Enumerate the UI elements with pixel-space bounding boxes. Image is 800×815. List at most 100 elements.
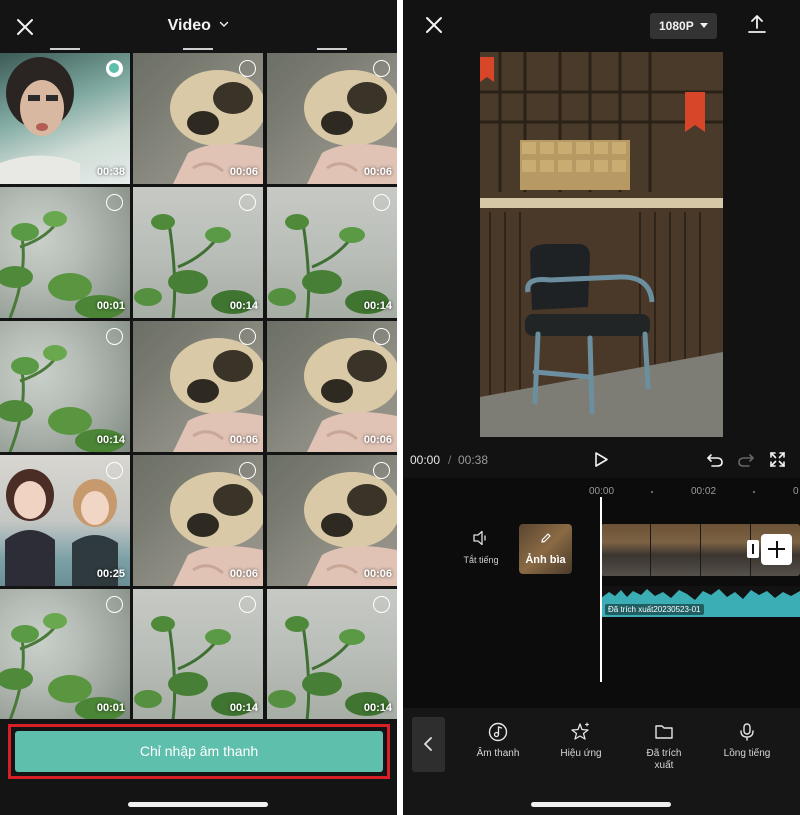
selection-checkbox[interactable]: [239, 60, 256, 77]
editor-toolbar: Âm thanh Hiệu ứng Đã trích xuất Lồng tiế…: [403, 708, 800, 815]
thumbnail-duration: 00:38: [96, 166, 125, 178]
playback-controls: 00:00 / 00:38: [403, 450, 800, 470]
tool-label: Lồng tiếng: [723, 748, 771, 759]
thumbnail-duration: 00:06: [363, 434, 392, 446]
selection-checkbox[interactable]: [373, 328, 390, 345]
media-type-dropdown[interactable]: Video: [0, 17, 397, 35]
thumbnail-duration: 00:06: [363, 568, 392, 580]
timeline-panel: 00:00 00:02 0 Tắt tiếng Ảnh bìa Đã trích…: [403, 478, 800, 708]
thumbnail-duration: 00:06: [229, 434, 258, 446]
clip-frame: [701, 524, 751, 576]
thumbnail-duration: 00:14: [229, 300, 258, 312]
undo-icon[interactable]: [706, 451, 724, 468]
tab-indicator-row: [0, 48, 397, 50]
video-thumbnail[interactable]: 00:14: [267, 589, 397, 720]
video-thumbnail[interactable]: 00:14: [267, 187, 397, 318]
selection-checkbox[interactable]: [373, 60, 390, 77]
video-thumbnail[interactable]: 00:01: [0, 589, 130, 720]
video-preview[interactable]: [480, 52, 723, 437]
selection-checkbox[interactable]: [239, 462, 256, 479]
video-thumbnail[interactable]: 00:06: [267, 455, 397, 586]
mute-audio-button[interactable]: Tắt tiếng: [455, 530, 507, 565]
clip-frame: [651, 524, 701, 576]
selection-checkbox-checked[interactable]: [106, 60, 123, 77]
video-thumbnail[interactable]: 00:06: [267, 53, 397, 184]
resolution-label: 1080P: [659, 19, 694, 33]
clip-frame: [601, 524, 651, 576]
thumbnail-duration: 00:06: [229, 166, 258, 178]
ruler-label: 00:02: [691, 486, 717, 497]
add-clip-button[interactable]: [761, 534, 792, 565]
selection-checkbox[interactable]: [239, 328, 256, 345]
tool-extracted[interactable]: Đã trích xuất: [629, 722, 699, 772]
clip-trim-handle[interactable]: [747, 540, 759, 558]
video-thumbnail[interactable]: 00:14: [133, 187, 263, 318]
import-bar: Chỉ nhập âm thanh: [0, 719, 397, 815]
cover-label: Ảnh bìa: [525, 554, 566, 566]
thumbnail-duration: 00:14: [363, 702, 392, 714]
import-audio-highlight: Chỉ nhập âm thanh: [8, 724, 390, 779]
video-thumbnail[interactable]: 00:06: [133, 53, 263, 184]
music-note-icon: [488, 722, 508, 742]
current-time: 00:00: [410, 453, 441, 467]
export-upload-icon[interactable]: [747, 13, 767, 35]
thumbnail-duration: 00:01: [96, 702, 125, 714]
media-picker-header: Video: [0, 0, 397, 52]
home-indicator: [128, 802, 268, 807]
selection-checkbox[interactable]: [106, 462, 123, 479]
selection-checkbox[interactable]: [106, 194, 123, 211]
cover-image-button[interactable]: Ảnh bìa: [519, 524, 572, 574]
speaker-mute-icon: [473, 530, 486, 546]
resolution-button[interactable]: 1080P: [650, 13, 717, 39]
back-button[interactable]: [412, 717, 445, 772]
sparkle-star-icon: [571, 722, 590, 740]
tool-effects[interactable]: Hiệu ứng: [546, 722, 616, 760]
video-thumbnail[interactable]: 00:01: [0, 187, 130, 318]
media-type-label: Video: [167, 17, 211, 34]
preview-scene-image: [480, 52, 723, 437]
caret-down-icon: [700, 23, 708, 28]
selection-checkbox[interactable]: [373, 462, 390, 479]
thumbnail-duration: 00:14: [229, 702, 258, 714]
thumbnail-duration: 00:14: [363, 300, 392, 312]
ruler-label: 00:00: [589, 486, 615, 497]
thumbnail-duration: 00:01: [96, 300, 125, 312]
chevron-down-icon: [220, 22, 229, 28]
selection-checkbox[interactable]: [106, 328, 123, 345]
video-thumbnail[interactable]: 00:14: [0, 321, 130, 452]
chevron-left-icon: [424, 737, 432, 751]
fullscreen-icon[interactable]: [769, 451, 786, 468]
video-thumbnail[interactable]: 00:25: [0, 455, 130, 586]
redo-icon[interactable]: [737, 451, 755, 468]
mute-label: Tắt tiếng: [463, 555, 499, 565]
time-separator: /: [448, 453, 452, 467]
home-indicator: [531, 802, 671, 807]
tool-label: Hiệu ứng: [560, 748, 602, 759]
microphone-icon: [740, 723, 754, 741]
selection-checkbox[interactable]: [373, 194, 390, 211]
video-thumbnail[interactable]: 00:14: [133, 589, 263, 720]
tool-audio[interactable]: Âm thanh: [463, 722, 533, 760]
video-thumbnail[interactable]: 00:06: [267, 321, 397, 452]
tool-label: Âm thanh: [476, 748, 520, 759]
extracted-audio-track[interactable]: Đã trích xuất20230523-01: [601, 586, 800, 617]
pencil-icon: [541, 533, 551, 543]
selection-checkbox[interactable]: [239, 194, 256, 211]
selection-checkbox[interactable]: [239, 596, 256, 613]
tool-voiceover[interactable]: Lồng tiếng: [712, 722, 782, 760]
close-icon[interactable]: [423, 14, 445, 36]
video-thumbnail[interactable]: 00:06: [133, 321, 263, 452]
editor-screen: 1080P 00:00 / 00:38 00:00 00:02 0 Tắt ti…: [403, 0, 800, 815]
play-icon[interactable]: [593, 451, 609, 468]
video-thumbnail-grid: 00:38 00:06 00:06 00:01 00:14 00:14 00:14 00:06…: [0, 53, 397, 720]
video-thumbnail[interactable]: 00:06: [133, 455, 263, 586]
import-audio-only-button[interactable]: Chỉ nhập âm thanh: [15, 731, 383, 772]
thumbnail-duration: 00:06: [229, 568, 258, 580]
total-time: 00:38: [458, 453, 489, 467]
selection-checkbox[interactable]: [106, 596, 123, 613]
selection-checkbox[interactable]: [373, 596, 390, 613]
playhead[interactable]: [600, 497, 602, 682]
video-thumbnail[interactable]: 00:38: [0, 53, 130, 184]
tool-label: Đã trích xuất: [646, 748, 682, 771]
thumbnail-duration: 00:06: [363, 166, 392, 178]
